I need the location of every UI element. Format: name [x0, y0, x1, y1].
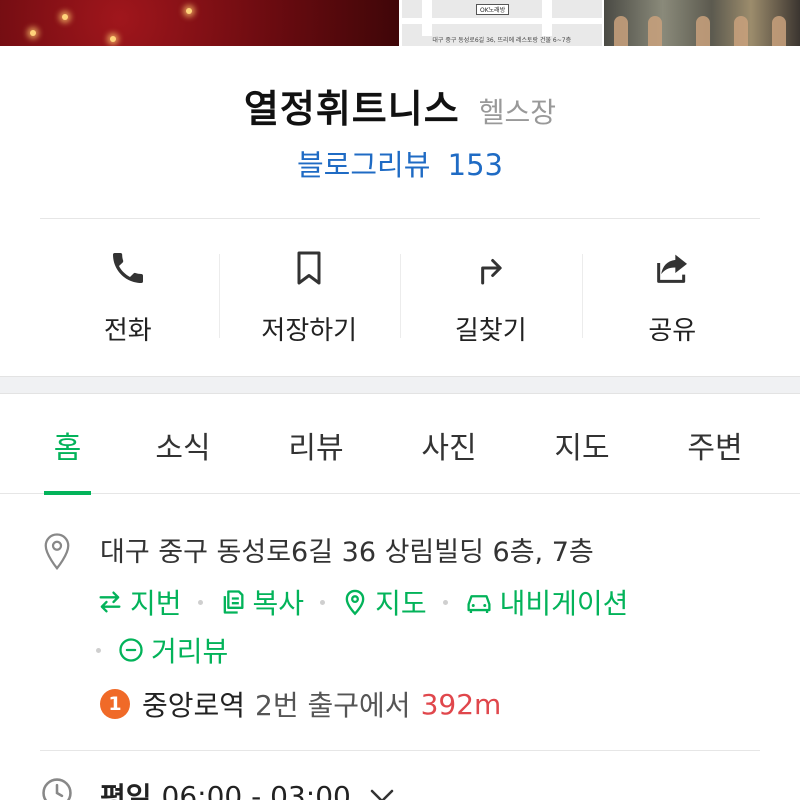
copy-button[interactable]: 복사 [219, 582, 305, 622]
map-link-label: 지도 [375, 587, 427, 620]
photo-interior[interactable] [0, 0, 399, 46]
tab-reviews[interactable]: 리뷰 [285, 396, 347, 494]
action-bar: 전화 저장하기 길찾기 공유 [37, 232, 763, 352]
photo-map[interactable]: OK노래방 대구 중구 동성로6길 36, 뜨리에 레스토랑 건물 6~7층 [402, 0, 602, 46]
call-label: 전화 [103, 316, 152, 346]
place-category: 헬스장 [478, 96, 557, 129]
share-label: 공유 [648, 316, 697, 346]
save-button[interactable]: 저장하기 [218, 232, 401, 352]
map-link-button[interactable]: 지도 [341, 582, 427, 622]
copy-label: 복사 [252, 587, 305, 620]
subway-info: 1 중앙로역 2번 출구에서 392m [100, 684, 501, 724]
directions-icon [480, 259, 502, 285]
navigation-label: 내비게이션 [499, 587, 629, 620]
separator-dot [320, 599, 326, 605]
tab-nearby[interactable]: 주변 [684, 396, 746, 494]
map-pin-icon [345, 589, 365, 616]
save-label: 저장하기 [261, 316, 358, 346]
photo-strip[interactable]: OK노래방 대구 중구 동성로6길 36, 뜨리에 레스토랑 건물 6~7층 [0, 0, 800, 46]
tab-photos[interactable]: 사진 [418, 396, 480, 494]
photo-members[interactable] [603, 0, 800, 46]
directions-label: 길찾기 [454, 316, 527, 346]
car-icon [467, 595, 491, 613]
separator-dot [96, 647, 101, 653]
copy-icon [223, 590, 244, 614]
divider [40, 750, 760, 751]
station-exit: 2번 출구에서 [255, 689, 411, 722]
separator-dot [197, 599, 203, 605]
share-button[interactable]: 공유 [581, 232, 764, 352]
tab-bar: 홈 소식 리뷰 사진 지도 주변 [0, 396, 800, 495]
divider [40, 218, 760, 219]
review-label: 블로그리뷰 [297, 148, 431, 182]
business-hours-toggle[interactable]: 평일 06:00 - 03:00 [100, 776, 397, 800]
address-text: 대구 중구 동성로6길 36 상림빌딩 6층, 7층 [100, 537, 594, 568]
chevron-down-icon [370, 789, 394, 800]
lot-number-button[interactable]: 지번 [96, 582, 182, 622]
station-distance: 392m [420, 687, 502, 721]
blog-review-link[interactable]: 블로그리뷰 153 [0, 142, 800, 184]
station-name: 중앙로역 [142, 689, 246, 722]
bookmark-icon [297, 251, 321, 285]
phone-icon [112, 253, 143, 283]
clock-icon [42, 778, 72, 800]
address-links-row-2: 거리뷰 [96, 630, 228, 670]
tab-map[interactable]: 지도 [551, 396, 613, 494]
map-pin-label: OK노래방 [476, 4, 510, 15]
separator-dot [442, 599, 448, 605]
tab-home[interactable]: 홈 [44, 396, 91, 495]
place-header: 열정휘트니스 헬스장 [0, 78, 800, 133]
hours-time: 06:00 - 03:00 [161, 779, 351, 800]
share-icon [657, 254, 688, 283]
navigation-button[interactable]: 내비게이션 [464, 582, 629, 622]
call-button[interactable]: 전화 [37, 232, 219, 352]
address-links-row-1: 지번 복사 지도 내비게이션 [96, 582, 628, 622]
street-view-icon [119, 638, 143, 662]
tab-news[interactable]: 소식 [152, 396, 214, 494]
subway-line-badge: 1 [100, 689, 130, 719]
hours-day: 평일 [100, 781, 152, 800]
lot-number-label: 지번 [130, 587, 182, 620]
street-view-label: 거리뷰 [151, 635, 229, 668]
map-caption: 대구 중구 동성로6길 36, 뜨리에 레스토랑 건물 6~7층 [432, 37, 572, 44]
place-name: 열정휘트니스 [243, 87, 460, 131]
review-count: 153 [447, 148, 503, 182]
section-gap [0, 376, 800, 394]
swap-arrows-icon [99, 591, 121, 613]
location-pin-icon [44, 533, 70, 571]
street-view-button[interactable]: 거리뷰 [117, 630, 228, 670]
directions-button[interactable]: 길찾기 [400, 232, 582, 352]
